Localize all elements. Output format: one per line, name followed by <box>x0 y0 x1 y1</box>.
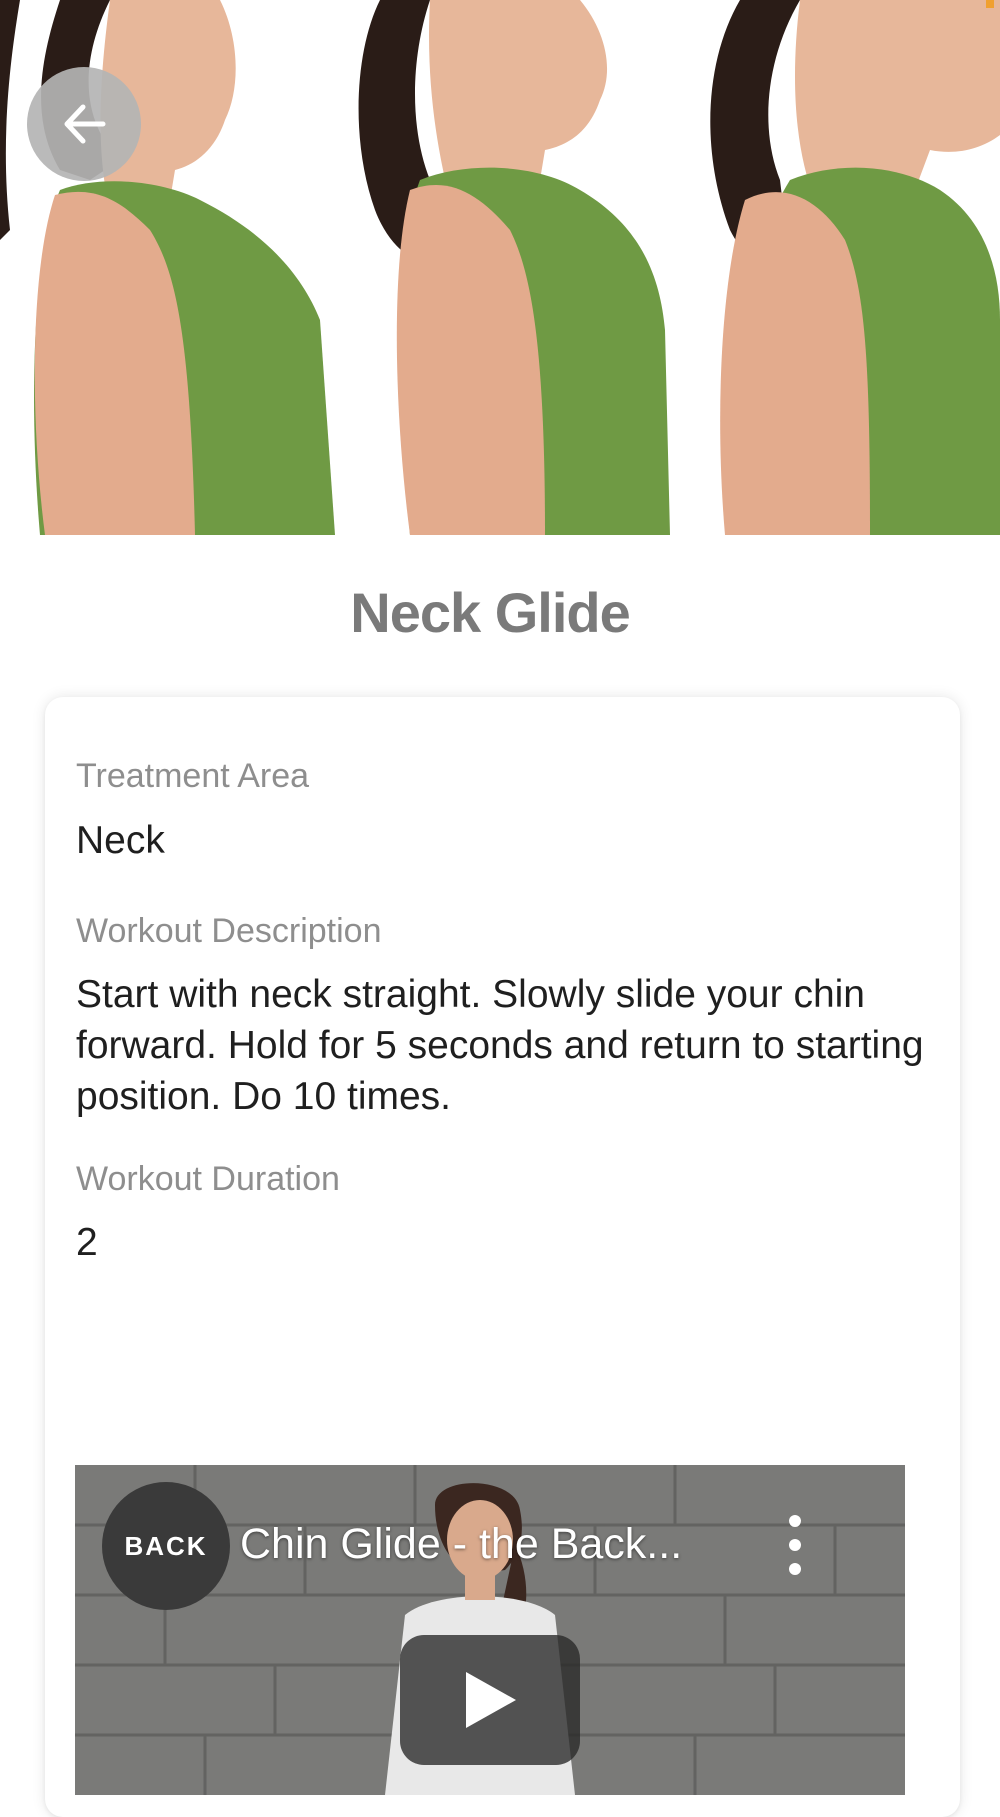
treatment-area-value: Neck <box>76 819 165 862</box>
workout-description-value: Start with neck straight. Slowly slide y… <box>76 973 924 1118</box>
menu-dot <box>789 1563 801 1575</box>
status-indicator <box>986 0 994 8</box>
figure-2 <box>358 0 670 535</box>
play-icon <box>466 1672 516 1728</box>
neck-posture-illustration <box>0 0 1000 536</box>
menu-dot <box>789 1515 801 1527</box>
figure-3 <box>710 0 1000 535</box>
menu-dot <box>789 1539 801 1551</box>
more-vertical-icon[interactable] <box>775 1515 815 1575</box>
arrow-left-icon <box>64 104 106 144</box>
exercise-hero-image <box>0 0 1000 540</box>
workout-duration-value: 2 <box>76 1221 98 1264</box>
video-title[interactable]: Chin Glide - the Back... <box>240 1520 682 1569</box>
workout-duration-label: Workout Duration <box>76 1160 340 1198</box>
back-button[interactable] <box>27 67 141 181</box>
channel-avatar[interactable]: BACK <box>102 1482 230 1610</box>
workout-description-label: Workout Description <box>76 912 382 950</box>
exercise-title: Neck Glide <box>350 581 630 644</box>
video-player[interactable]: BACK Chin Glide - the Back... <box>75 1465 905 1795</box>
play-button[interactable] <box>400 1635 580 1765</box>
treatment-area-label: Treatment Area <box>76 757 310 795</box>
exercise-details-card: Treatment Area Neck Workout Description … <box>45 697 960 1817</box>
